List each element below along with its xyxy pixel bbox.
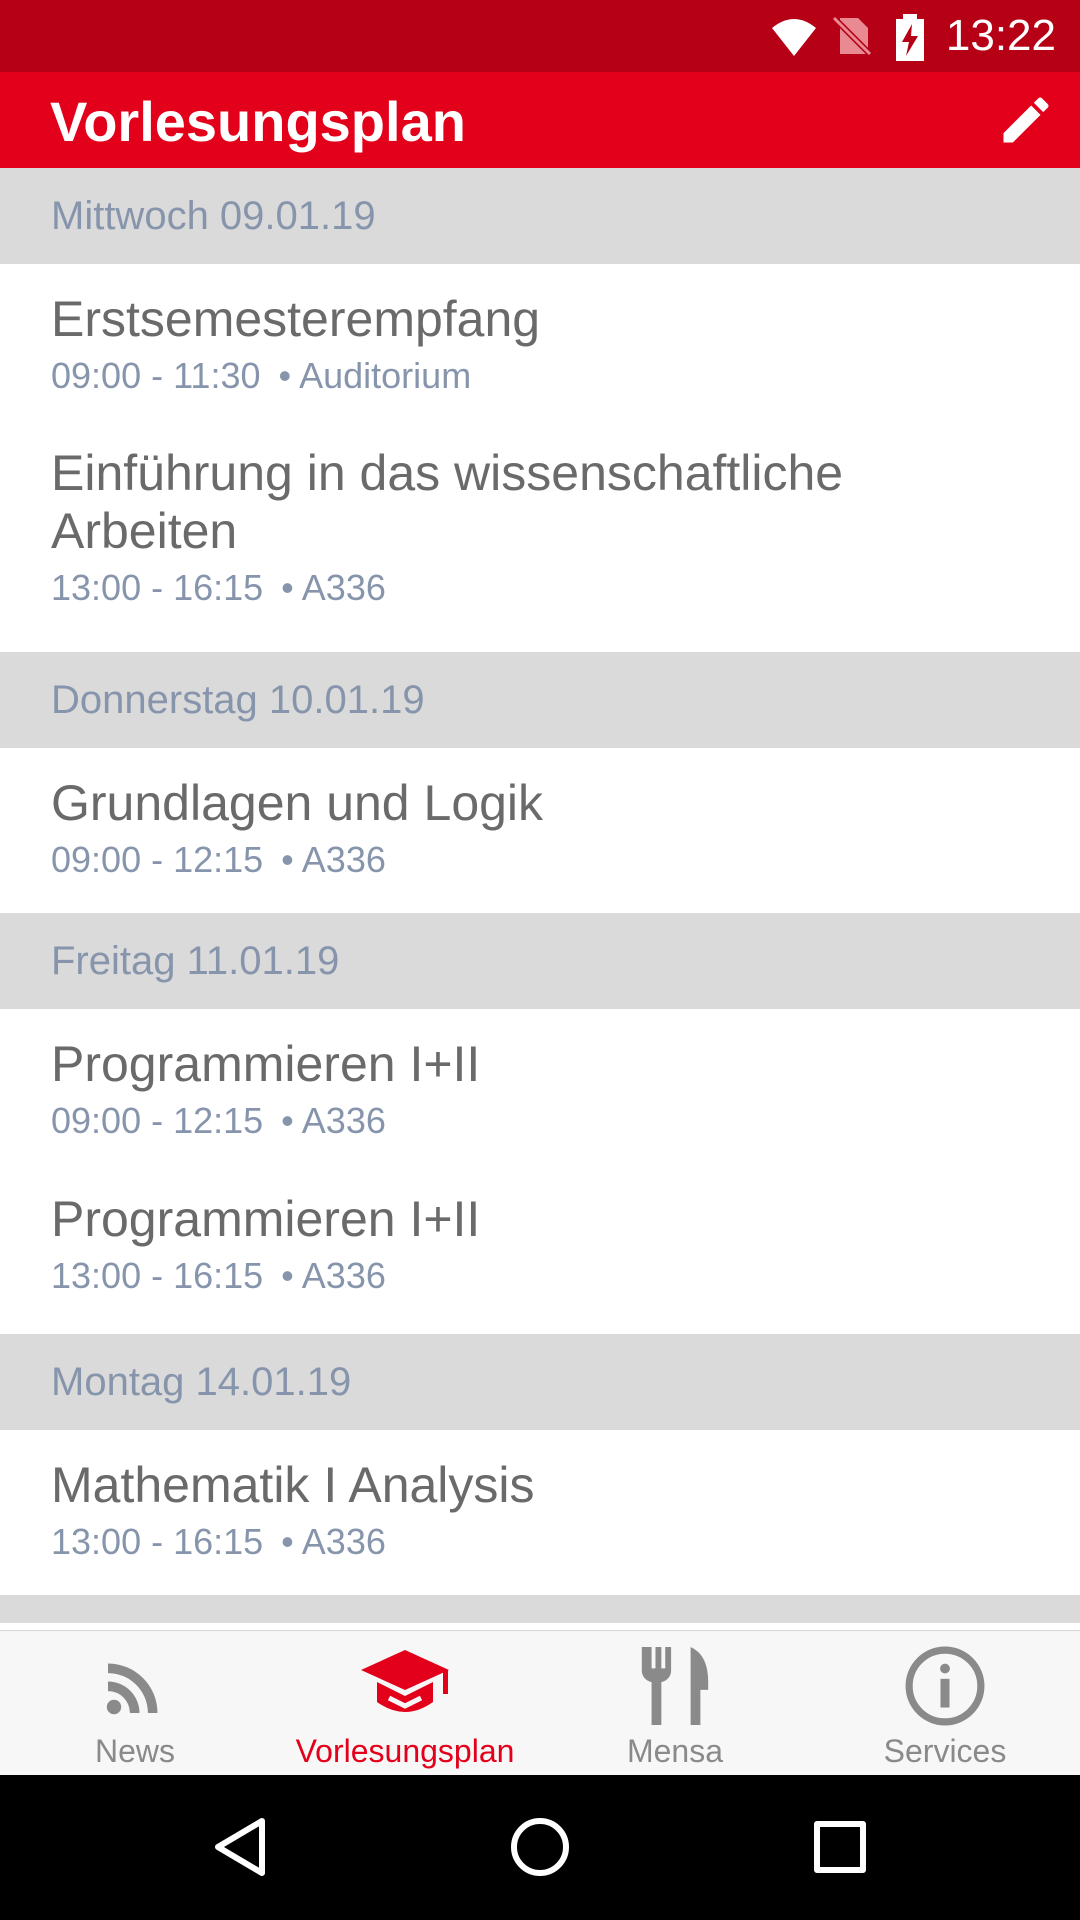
meta-separator: • [281,567,294,608]
event-meta: 13:00 - 16:15 • A336 [51,1520,1040,1564]
bottom-navigation: News Vorlesungsplan Mensa Services [0,1630,1080,1775]
page-title: Vorlesungsplan [50,90,466,153]
event-room: A336 [301,839,386,880]
status-time: 13:22 [945,11,1056,60]
edit-button[interactable] [990,86,1062,158]
event-time: 09:00 - 12:15 [51,839,264,880]
event-meta: 09:00 - 11:30 • Auditorium [51,354,1040,398]
meta-separator: • [281,839,294,880]
home-icon [510,1817,570,1882]
system-navigation-bar [0,1775,1080,1920]
day-header: Donnerstag 10.01.19 [0,652,1080,748]
event-item[interactable]: Programmieren I+II 13:00 - 16:15 • A336 [0,1174,1080,1334]
no-sim-icon [828,13,876,59]
event-time: 13:00 - 16:15 [51,567,264,608]
fork-knife-icon [540,1641,810,1731]
event-room: Auditorium [299,355,472,396]
event-title: Einführung in das wissenschaftliche Arbe… [51,445,844,559]
event-item[interactable]: Erstsemesterempfang 09:00 - 11:30 • Audito… [0,264,1080,430]
meta-separator: • [281,1100,294,1141]
meta-separator: • [281,1255,294,1296]
recents-button[interactable] [800,1811,880,1887]
app-bar: Vorlesungsplan [0,72,1080,168]
event-item[interactable]: Mathematik I Analysis 13:00 - 16:15 • A336 [0,1430,1080,1595]
nav-item-news[interactable]: News [0,1631,270,1776]
edit-pencil-icon [996,90,1056,155]
event-title: Erstsemesterempfang [51,291,541,347]
nav-item-services[interactable]: Services [810,1631,1080,1776]
event-time: 13:00 - 16:15 [51,1521,264,1562]
event-title: Programmieren I+II [51,1191,481,1247]
day-header: Montag 14.01.19 [0,1334,1080,1430]
nav-label: Services [883,1733,1007,1769]
status-bar: 13:22 [0,0,1080,72]
event-title: Mathematik I Analysis [51,1457,535,1513]
meta-separator: • [281,1521,294,1562]
event-meta: 13:00 - 16:15 • A336 [51,1254,1040,1298]
event-title: Grundlagen und Logik [51,775,544,831]
back-icon [212,1817,268,1882]
back-button[interactable] [200,1811,280,1887]
battery-charging-icon [894,14,930,61]
event-meta: 09:00 - 12:15 • A336 [51,838,1040,882]
home-button[interactable] [500,1811,580,1887]
nav-item-vorlesungsplan[interactable]: Vorlesungsplan [270,1631,540,1776]
day-header: Mittwoch 09.01.19 [0,168,1080,264]
event-item[interactable]: Programmieren I+II 09:00 - 12:15 • A336 [0,1009,1080,1174]
event-meta: 13:00 - 16:15 • A336 [51,566,1040,610]
graduation-cap-icon [270,1641,540,1731]
event-item[interactable]: Einführung in das wissenschaftliche Arbe… [0,430,1080,652]
event-room: A336 [301,567,386,608]
recents-icon [814,1820,866,1878]
event-meta: 09:00 - 12:15 • A336 [51,1099,1040,1143]
schedule-list[interactable]: Mittwoch 09.01.19 Erstsemesterempfang 09… [0,168,1080,1630]
event-item[interactable]: Grundlagen und Logik 09:00 - 12:15 • A336 [0,748,1080,913]
next-day-header-partial [0,1595,1080,1623]
wifi-icon [770,14,818,58]
info-circle-icon [810,1641,1080,1731]
event-time: 09:00 - 12:15 [51,1100,264,1141]
event-time: 09:00 - 11:30 [51,355,261,396]
event-title: Programmieren I+II [51,1036,481,1092]
meta-separator: • [278,355,292,396]
day-header: Freitag 11.01.19 [0,913,1080,1009]
rss-feed-icon [0,1641,270,1731]
nav-label: News [94,1733,175,1769]
nav-label: Mensa [626,1733,724,1769]
nav-label: Vorlesungsplan [295,1733,515,1769]
event-room: A336 [301,1521,386,1562]
nav-item-mensa[interactable]: Mensa [540,1631,810,1776]
event-room: A336 [301,1100,386,1141]
event-room: A336 [301,1255,386,1296]
event-time: 13:00 - 16:15 [51,1255,264,1296]
